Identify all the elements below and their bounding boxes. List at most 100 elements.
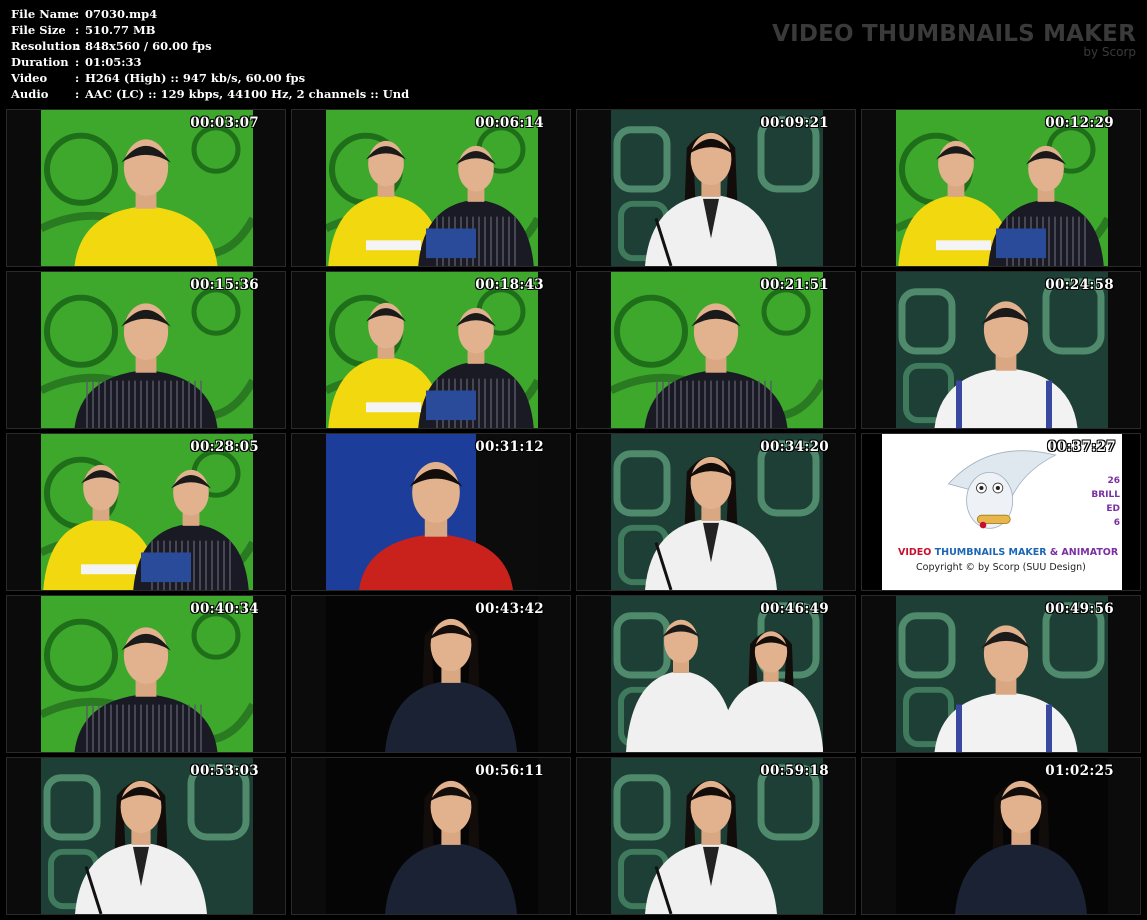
frame-image — [41, 272, 253, 428]
thumbnail-timestamp: 00:37:27 — [1047, 439, 1116, 455]
frame-image — [896, 596, 1108, 752]
video-frame — [611, 110, 823, 266]
thumbnail-tile: 00:59:18 — [576, 757, 856, 915]
promo-title-part: THUMBNAILS MAKER — [934, 547, 1050, 558]
brand-watermark: VIDEO THUMBNAILS MAKER by Scorp — [772, 20, 1136, 58]
info-value: AAC (LC) :: 129 kbps, 44100 Hz, 2 channe… — [85, 87, 410, 101]
info-value: 510.77 MB — [85, 23, 156, 37]
video-frame — [896, 110, 1108, 266]
frame-image — [41, 758, 253, 914]
thumbnail-tile: 00:18:43 — [291, 271, 571, 429]
thumbnail-tile: 00:53:03 — [6, 757, 286, 915]
thumbnail-timestamp: 00:24:58 — [1045, 277, 1114, 293]
info-value: 01:05:33 — [85, 55, 142, 69]
frame-image — [611, 758, 823, 914]
info-label: File Name — [11, 7, 77, 21]
video-frame — [326, 272, 538, 428]
frame-image — [41, 434, 253, 590]
info-row-file-name: File Name : 07030.mp4 — [11, 6, 409, 22]
promo-side-line: 6 — [1113, 518, 1120, 528]
frame-image — [41, 110, 253, 266]
thumbnail-row: 00:03:07 00:06:14 00:09:21 00:12:29 — [6, 109, 1143, 268]
frame-image — [41, 596, 253, 752]
file-info: File Name : 07030.mp4 File Size : 510.77… — [11, 6, 409, 102]
thumbnail-timestamp: 00:43:42 — [475, 601, 544, 617]
info-row-resolution: Resolution : 848x560 / 60.00 fps — [11, 38, 409, 54]
thumbnail-timestamp: 00:09:21 — [760, 115, 829, 131]
frame-image — [611, 110, 823, 266]
info-label: Duration — [11, 55, 69, 69]
thumbnail-tile: 00:40:34 — [6, 595, 286, 753]
frame-image — [611, 434, 823, 590]
info-separator: : — [75, 39, 80, 53]
thumbnail-timestamp: 01:02:25 — [1045, 763, 1114, 779]
promo-side-line: BRILL — [1091, 490, 1120, 500]
frame-image — [326, 596, 538, 752]
info-row-audio: Audio : AAC (LC) :: 129 kbps, 44100 Hz, … — [11, 86, 409, 102]
thumbnail-row: 00:15:36 00:18:43 00:21:51 00:24:58 — [6, 271, 1143, 430]
thumbnail-tile: 01:02:25 — [861, 757, 1141, 915]
header: File Name : 07030.mp4 File Size : 510.77… — [0, 0, 1147, 108]
video-frame — [41, 596, 253, 752]
video-frame — [41, 272, 253, 428]
info-separator: : — [75, 71, 80, 85]
info-separator: : — [75, 55, 80, 69]
frame-image — [611, 272, 823, 428]
frame-image — [326, 272, 538, 428]
thumbnail-timestamp: 00:53:03 — [190, 763, 259, 779]
video-frame — [611, 596, 823, 752]
thumbnail-timestamp: 00:31:12 — [475, 439, 544, 455]
video-frame — [41, 758, 253, 914]
info-label: Video — [11, 71, 48, 85]
thumbnail-timestamp: 00:46:49 — [760, 601, 829, 617]
info-separator: : — [75, 87, 80, 101]
promo-title: VIDEO THUMBNAILS MAKER & ANIMATOR — [898, 547, 1118, 558]
thumbnail-tile: 00:56:11 — [291, 757, 571, 915]
promo-title-part: VIDEO — [898, 547, 935, 558]
frame-image — [326, 758, 538, 914]
info-label: Audio — [11, 87, 49, 101]
thumbnail-tile: 00:09:21 — [576, 109, 856, 267]
thumbnail-timestamp: 00:06:14 — [475, 115, 544, 131]
thumbnail-row: 00:28:05 00:31:12 00:34:20 VIDEO THUMBNAILS… — [6, 433, 1143, 592]
thumbnail-timestamp: 00:49:56 — [1045, 601, 1114, 617]
thumbnail-tile: 00:49:56 — [861, 595, 1141, 753]
thumbnail-timestamp: 00:40:34 — [190, 601, 259, 617]
frame-image — [326, 110, 538, 266]
thumbnail-tile: 00:03:07 — [6, 109, 286, 267]
thumbnail-timestamp: 00:28:05 — [190, 439, 259, 455]
frame-image — [326, 434, 538, 590]
thumbnail-tile: 00:31:12 — [291, 433, 571, 591]
thumbnail-tile: 00:28:05 — [6, 433, 286, 591]
video-frame — [611, 758, 823, 914]
video-frame — [326, 434, 538, 590]
promo-side-text: 26 BRILL ED 6 — [1091, 474, 1120, 530]
frame-image — [611, 596, 823, 752]
video-frame — [326, 110, 538, 266]
thumbnail-tile: 00:12:29 — [861, 109, 1141, 267]
thumbnail-tile: VIDEO THUMBNAILS MAKER & ANIMATOR Copyrig… — [861, 433, 1141, 591]
thumbnail-timestamp: 00:34:20 — [760, 439, 829, 455]
video-frame — [896, 272, 1108, 428]
thumbnail-timestamp: 00:21:51 — [760, 277, 829, 293]
info-value: H264 (High) :: 947 kb/s, 60.00 fps — [85, 71, 306, 85]
video-frame — [41, 110, 253, 266]
thumbnail-timestamp: 00:59:18 — [760, 763, 829, 779]
promo-copyright: Copyright © by Scorp (SUU Design) — [916, 562, 1086, 573]
info-value: 848x560 / 60.00 fps — [85, 39, 212, 53]
thumbnail-tile: 00:15:36 — [6, 271, 286, 429]
info-separator: : — [75, 23, 80, 37]
frame-image — [896, 110, 1108, 266]
thumbnail-timestamp: 00:56:11 — [475, 763, 544, 779]
thumbnail-timestamp: 00:03:07 — [190, 115, 259, 131]
thumbnail-timestamp: 00:18:43 — [475, 277, 544, 293]
info-row-file-size: File Size : 510.77 MB — [11, 22, 409, 38]
video-frame — [611, 272, 823, 428]
info-label: File Size — [11, 23, 66, 37]
thumbnail-tile: 00:43:42 — [291, 595, 571, 753]
info-row-duration: Duration : 01:05:33 — [11, 54, 409, 70]
video-frame — [326, 596, 538, 752]
thumbnail-tile: 00:46:49 — [576, 595, 856, 753]
promo-side-line: 26 — [1107, 476, 1120, 486]
video-frame — [896, 758, 1108, 914]
